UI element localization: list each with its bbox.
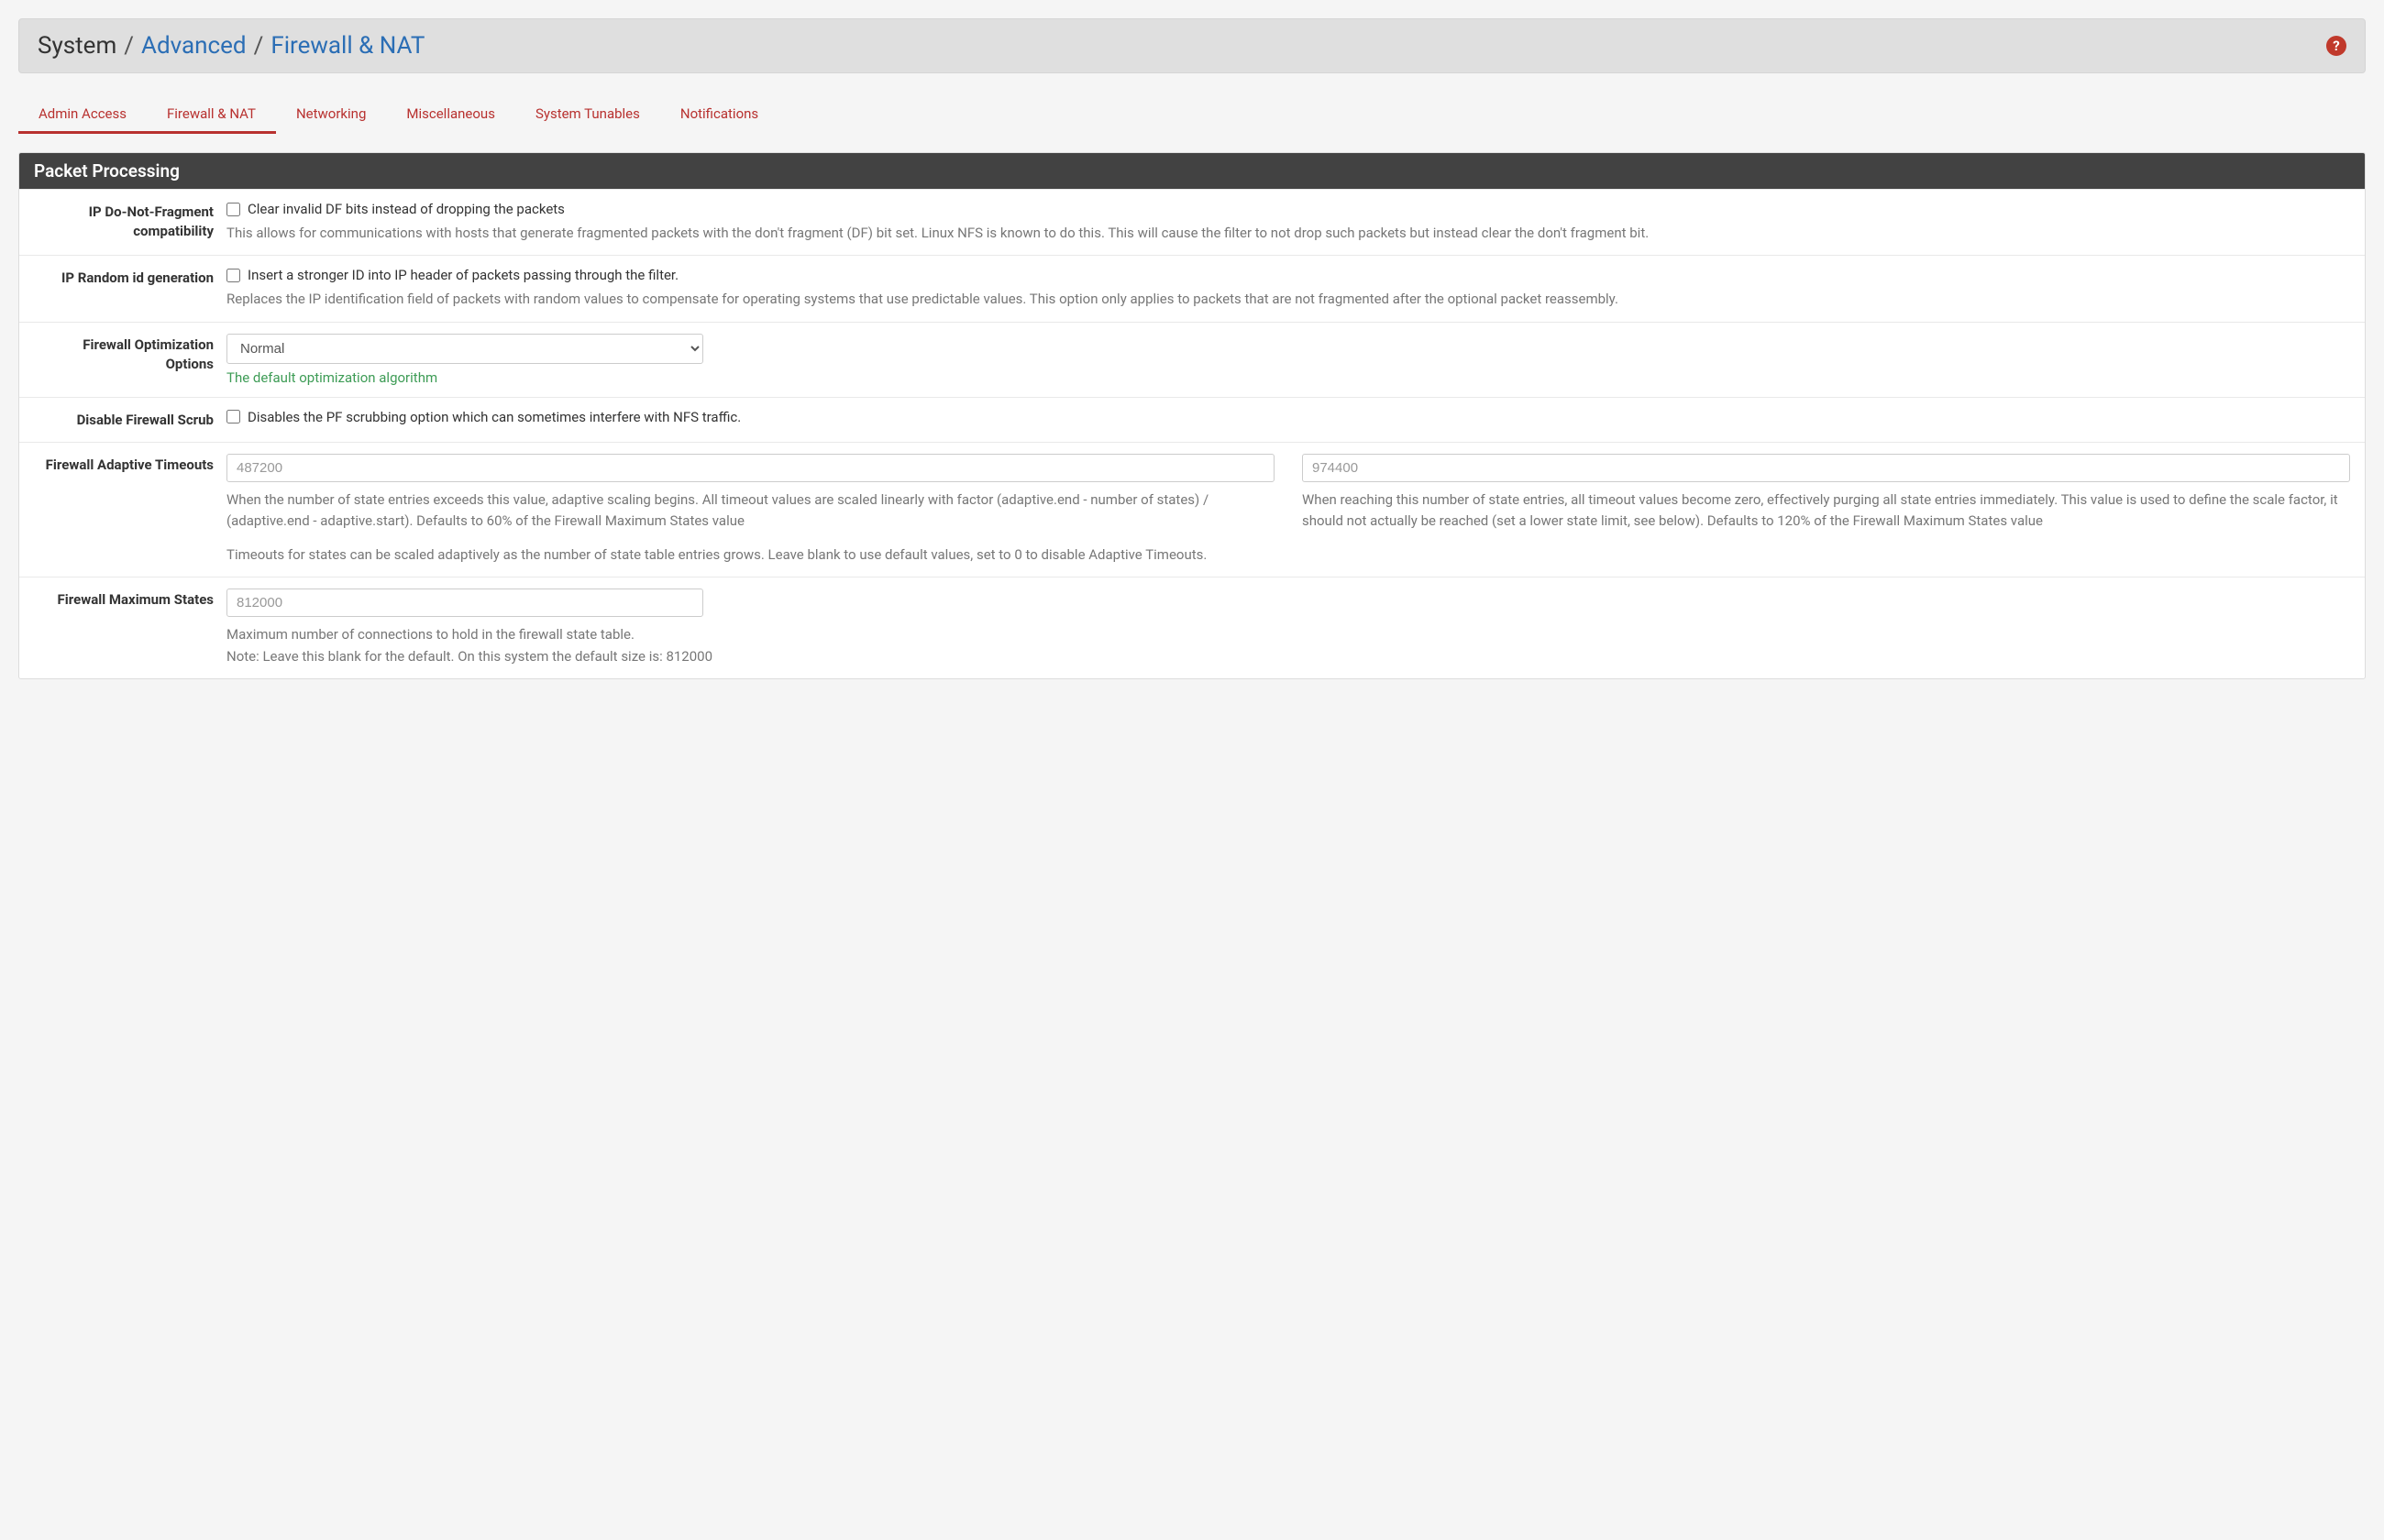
checkbox-scrub[interactable] — [226, 410, 240, 424]
checkbox-randomid[interactable] — [226, 269, 240, 282]
help-adaptive-end: When reaching this number of state entri… — [1302, 490, 2350, 533]
label-maxstates: Firewall Maximum States — [34, 588, 226, 667]
checkbox-label-randomid: Insert a stronger ID into IP header of p… — [248, 267, 679, 283]
breadcrumb-sep: / — [254, 32, 264, 60]
breadcrumb-root: System — [38, 32, 116, 60]
label-adaptive: Firewall Adaptive Timeouts — [34, 454, 226, 566]
row-dnf: IP Do-Not-Fragment compatibility Clear i… — [19, 189, 2365, 255]
breadcrumb-sep: / — [124, 32, 134, 60]
tab-firewall-nat[interactable]: Firewall & NAT — [147, 96, 276, 134]
breadcrumb-advanced[interactable]: Advanced — [141, 32, 247, 60]
help-adaptive-start: When the number of state entries exceeds… — [226, 490, 1275, 533]
checkbox-label-dnf: Clear invalid DF bits instead of droppin… — [248, 201, 565, 217]
tab-miscellaneous[interactable]: Miscellaneous — [386, 96, 515, 134]
tab-networking[interactable]: Networking — [276, 96, 386, 134]
help-adaptive-general: Timeouts for states can be scaled adapti… — [226, 544, 2350, 566]
label-scrub: Disable Firewall Scrub — [34, 409, 226, 431]
help-maxstates-2: Note: Leave this blank for the default. … — [226, 648, 712, 665]
tab-system-tunables[interactable]: System Tunables — [515, 96, 660, 134]
breadcrumb-firewall-nat[interactable]: Firewall & NAT — [270, 32, 425, 60]
row-optimization: Firewall Optimization Options Normal The… — [19, 322, 2365, 397]
panel-packet-processing: Packet Processing IP Do-Not-Fragment com… — [18, 152, 2366, 679]
label-dnf: IP Do-Not-Fragment compatibility — [34, 201, 226, 244]
breadcrumb: System / Advanced / Firewall & NAT — [38, 32, 425, 60]
tabs: Admin Access Firewall & NAT Networking M… — [18, 96, 2366, 134]
help-icon[interactable]: ? — [2326, 36, 2346, 56]
breadcrumb-bar: System / Advanced / Firewall & NAT ? — [18, 18, 2366, 73]
panel-header: Packet Processing — [19, 153, 2365, 189]
row-maxstates: Firewall Maximum States Maximum number o… — [19, 577, 2365, 678]
checkbox-label-scrub: Disables the PF scrubbing option which c… — [248, 409, 741, 425]
help-optimization: The default optimization algorithm — [226, 369, 2350, 386]
help-dnf: This allows for communications with host… — [226, 223, 2350, 244]
tab-admin-access[interactable]: Admin Access — [18, 96, 147, 134]
select-optimization[interactable]: Normal — [226, 334, 703, 364]
row-scrub: Disable Firewall Scrub Disables the PF s… — [19, 397, 2365, 442]
row-adaptive: Firewall Adaptive Timeouts When the numb… — [19, 442, 2365, 578]
help-maxstates-1: Maximum number of connections to hold in… — [226, 626, 635, 643]
input-adaptive-start[interactable] — [226, 454, 1275, 482]
help-randomid: Replaces the IP identification field of … — [226, 289, 2350, 310]
input-maxstates[interactable] — [226, 588, 703, 617]
row-randomid: IP Random id generation Insert a stronge… — [19, 255, 2365, 321]
checkbox-dnf[interactable] — [226, 203, 240, 216]
label-randomid: IP Random id generation — [34, 267, 226, 310]
label-optimization: Firewall Optimization Options — [34, 334, 226, 386]
input-adaptive-end[interactable] — [1302, 454, 2350, 482]
tab-notifications[interactable]: Notifications — [660, 96, 778, 134]
